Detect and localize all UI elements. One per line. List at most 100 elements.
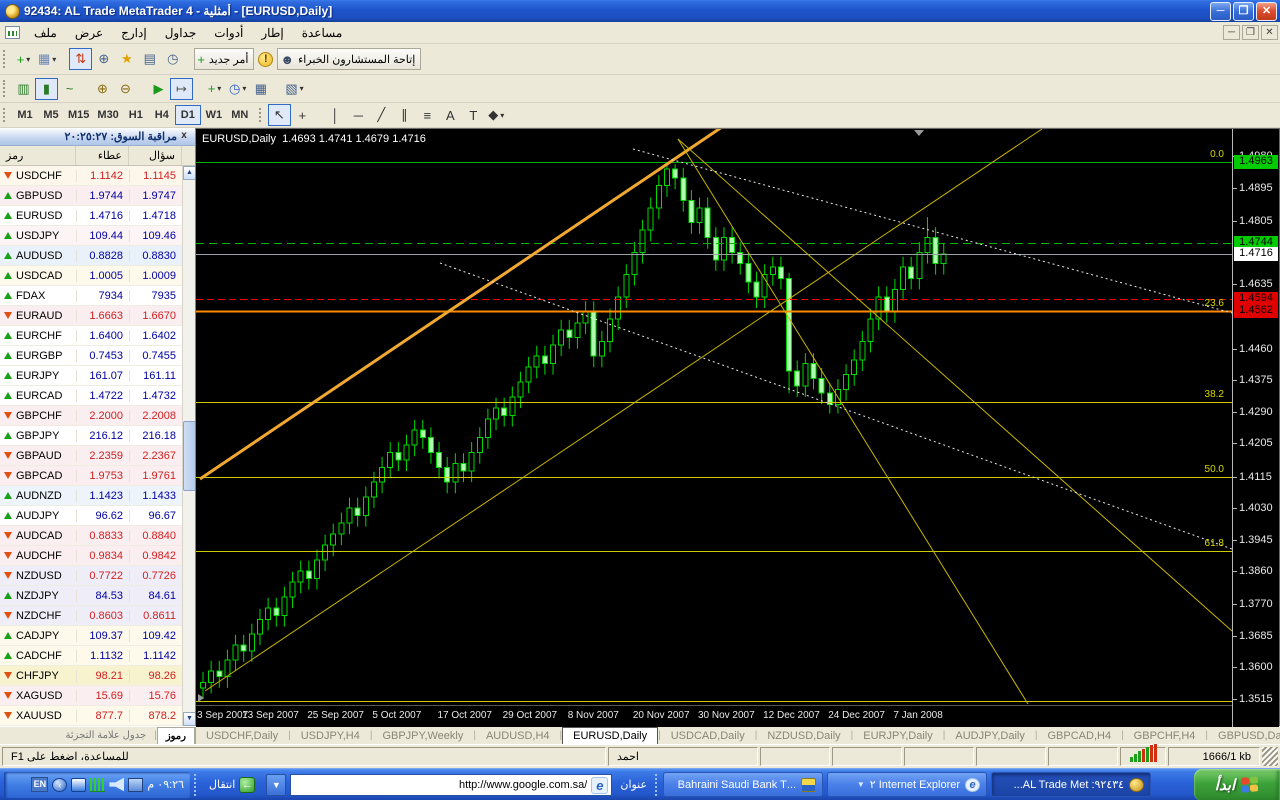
market-watch-row[interactable]: EURCAD 1.4722 1.4732 bbox=[0, 386, 195, 406]
chart-window[interactable]: EURUSD,Daily 1.4693 1.4741 1.4679 1.4716… bbox=[196, 128, 1280, 727]
scroll-down-icon[interactable]: ▼ bbox=[183, 712, 195, 726]
chart-tab-eurusd-daily[interactable]: EURUSD,Daily bbox=[562, 727, 659, 744]
scrollbar-thumb[interactable] bbox=[183, 421, 195, 491]
market-watch-row[interactable]: CADJPY 109.37 109.42 bbox=[0, 626, 195, 646]
chart-tab-usdcad-daily[interactable]: USDCAD,Daily bbox=[661, 727, 755, 744]
market-watch-row[interactable]: NZDCHF 0.8603 0.8611 bbox=[0, 606, 195, 626]
data-window-button[interactable]: ⊕ bbox=[92, 48, 115, 70]
chart-candles-button[interactable]: ▮ bbox=[35, 77, 58, 100]
minimize-button[interactable]: ─ bbox=[1210, 1, 1231, 21]
zoom-out-button[interactable]: ⊖ bbox=[114, 78, 137, 100]
timeframe-m30-button[interactable]: M30 bbox=[93, 105, 122, 125]
strategy-tester-button[interactable]: ◷ bbox=[161, 48, 184, 70]
market-watch-row[interactable]: GBPUSD 1.9744 1.9747 bbox=[0, 186, 195, 206]
go-button[interactable]: ← انتقال bbox=[202, 773, 262, 797]
market-watch-row[interactable]: CADCHF 1.1132 1.1142 bbox=[0, 646, 195, 666]
market-watch-row[interactable]: XAGUSD 15.69 15.76 bbox=[0, 686, 195, 706]
menu-item-charts[interactable]: جداول bbox=[156, 24, 206, 42]
chart-tab-audusd-h4[interactable]: AUDUSD,H4 bbox=[476, 727, 560, 744]
taskbar-button-internet-explorer-group[interactable]: e Internet Explorer ٢ ▼ bbox=[827, 772, 988, 797]
toolbar-grip[interactable] bbox=[258, 108, 264, 122]
chart-line-button[interactable]: ~ bbox=[58, 78, 81, 100]
toolbar-grip[interactable] bbox=[655, 773, 659, 796]
chart-tab-usdchf-daily[interactable]: USDCHF,Daily bbox=[196, 727, 288, 744]
crosshair-button[interactable]: + bbox=[291, 104, 314, 126]
market-watch-row[interactable]: USDCHF 1.1142 1.1145 bbox=[0, 166, 195, 186]
timeframe-h1-button[interactable]: H1 bbox=[123, 105, 149, 125]
menu-item-view[interactable]: عرض bbox=[66, 24, 112, 42]
menu-item-window[interactable]: إطار bbox=[252, 24, 292, 42]
market-watch-row[interactable]: AUDJPY 96.62 96.67 bbox=[0, 506, 195, 526]
chart-plot-area[interactable]: EURUSD,Daily 1.4693 1.4741 1.4679 1.4716… bbox=[196, 129, 1232, 705]
vertical-line-button[interactable]: │ bbox=[324, 104, 347, 126]
market-watch-button[interactable]: ⇅ bbox=[69, 48, 93, 70]
child-minimize-button[interactable]: ─ bbox=[1223, 25, 1240, 40]
navigator-button[interactable]: ★ bbox=[115, 48, 138, 70]
arrows-button[interactable]: ◆ ▾ bbox=[485, 104, 508, 126]
market-watch-scrollbar[interactable]: ▲ ▼ bbox=[182, 166, 195, 726]
taskbar-button-al-trade-window[interactable]: ٩٢٤٣٤: AL Trade Met... bbox=[991, 772, 1152, 797]
timeframe-m1-button[interactable]: M1 bbox=[12, 105, 38, 125]
chart-shift-button[interactable]: ↦ bbox=[170, 77, 193, 100]
panel-tab-0[interactable]: رموز bbox=[156, 727, 195, 744]
expert-advisors-button[interactable]: ☻ إتاحة المستشارون الخبراء bbox=[277, 48, 422, 70]
chevron-down-icon[interactable]: ▼ bbox=[857, 780, 865, 789]
market-watch-row[interactable]: NZDUSD 0.7722 0.7726 bbox=[0, 566, 195, 586]
market-watch-close-icon[interactable]: x bbox=[177, 130, 191, 144]
market-watch-row[interactable]: EURGBP 0.7453 0.7455 bbox=[0, 346, 195, 366]
templates-button[interactable]: ▧ ▾ bbox=[282, 78, 306, 100]
chart-tab-gbpusd-daily[interactable]: GBPUSD,Daily bbox=[1208, 727, 1280, 744]
scroll-up-icon[interactable]: ▲ bbox=[183, 166, 195, 180]
market-watch-row[interactable]: GBPCAD 1.9753 1.9761 bbox=[0, 466, 195, 486]
price-axis[interactable]: 1.49801.48951.48051.46351.44601.43751.42… bbox=[1232, 129, 1279, 727]
trendline-button[interactable]: ╱ bbox=[370, 104, 393, 126]
zoom-in-button[interactable]: ⊕ bbox=[91, 78, 114, 100]
market-watch-row[interactable]: AUDNZD 1.1423 1.1433 bbox=[0, 486, 195, 506]
toolbar-grip[interactable] bbox=[3, 80, 8, 97]
market-watch-row[interactable]: GBPCHF 2.2000 2.2008 bbox=[0, 406, 195, 426]
text-button[interactable]: A bbox=[439, 104, 462, 126]
chart-tab-nzdusd-daily[interactable]: NZDUSD,Daily bbox=[757, 727, 850, 744]
menu-item-file[interactable]: ملف bbox=[25, 24, 66, 42]
chart-tab-usdjpy-h4[interactable]: USDJPY,H4 bbox=[291, 727, 370, 744]
new-chart-button[interactable]: + ▾ bbox=[12, 48, 35, 70]
timeframe-w1-button[interactable]: W1 bbox=[201, 105, 227, 125]
market-watch-row[interactable]: NZDJPY 84.53 84.61 bbox=[0, 586, 195, 606]
chart-tab-audjpy-daily[interactable]: AUDJPY,Daily bbox=[945, 727, 1035, 744]
child-restore-button[interactable]: ❐ bbox=[1242, 25, 1259, 40]
market-watch-row[interactable]: USDCAD 1.0005 1.0009 bbox=[0, 266, 195, 286]
terminal-button[interactable]: ▤ bbox=[138, 48, 161, 70]
profiles-button[interactable]: ▦ ▾ bbox=[35, 48, 59, 70]
market-watch-row[interactable]: CHFJPY 98.21 98.26 bbox=[0, 666, 195, 686]
menu-item-tools[interactable]: أدوات bbox=[205, 24, 252, 42]
alerts-button[interactable]: ! bbox=[254, 48, 277, 70]
chart-bars-button[interactable]: ▥ bbox=[12, 78, 35, 100]
new-order-button[interactable]: + أمر جديد bbox=[194, 48, 255, 70]
fibonacci-button[interactable]: ≡ bbox=[416, 104, 439, 126]
column-header-2[interactable]: سؤال bbox=[129, 146, 182, 165]
menu-item-insert[interactable]: إدارج bbox=[112, 24, 156, 42]
market-watch-row[interactable]: AUDCHF 0.9834 0.9842 bbox=[0, 546, 195, 566]
text-label-button[interactable]: T bbox=[462, 104, 485, 126]
timeframe-h4-button[interactable]: H4 bbox=[149, 105, 175, 125]
horizontal-line-button[interactable]: ─ bbox=[347, 104, 370, 126]
child-close-button[interactable]: ✕ bbox=[1261, 25, 1278, 40]
language-indicator[interactable]: EN bbox=[31, 777, 49, 792]
network-icon[interactable] bbox=[128, 777, 144, 792]
tray-app-icon[interactable] bbox=[71, 777, 87, 792]
column-header-1[interactable]: عطاء bbox=[76, 146, 129, 165]
indicators-button[interactable]: + ▾ bbox=[203, 78, 226, 100]
timeframe-d1-button[interactable]: D1 bbox=[174, 105, 201, 125]
market-watch-row[interactable]: AUDCAD 0.8833 0.8840 bbox=[0, 526, 195, 546]
menu-item-help[interactable]: مساعدة bbox=[293, 24, 352, 42]
toolbar-grip[interactable] bbox=[194, 773, 198, 796]
toolbar-grip[interactable] bbox=[3, 49, 8, 69]
periods-button[interactable]: ◷ ▾ bbox=[226, 78, 249, 100]
start-button[interactable]: ابدأ bbox=[1194, 768, 1280, 800]
grid-button[interactable]: ▦ bbox=[249, 78, 272, 100]
equidistant-channel-button[interactable]: ∥ bbox=[393, 104, 416, 126]
chart-tab-gbpjpy-weekly[interactable]: GBPJPY,Weekly bbox=[372, 727, 473, 744]
column-header-0[interactable]: رمز bbox=[0, 146, 76, 165]
market-watch-row[interactable]: EURAUD 1.6663 1.6670 bbox=[0, 306, 195, 326]
chart-tab-gbpcad-h4[interactable]: GBPCAD,H4 bbox=[1037, 727, 1121, 744]
